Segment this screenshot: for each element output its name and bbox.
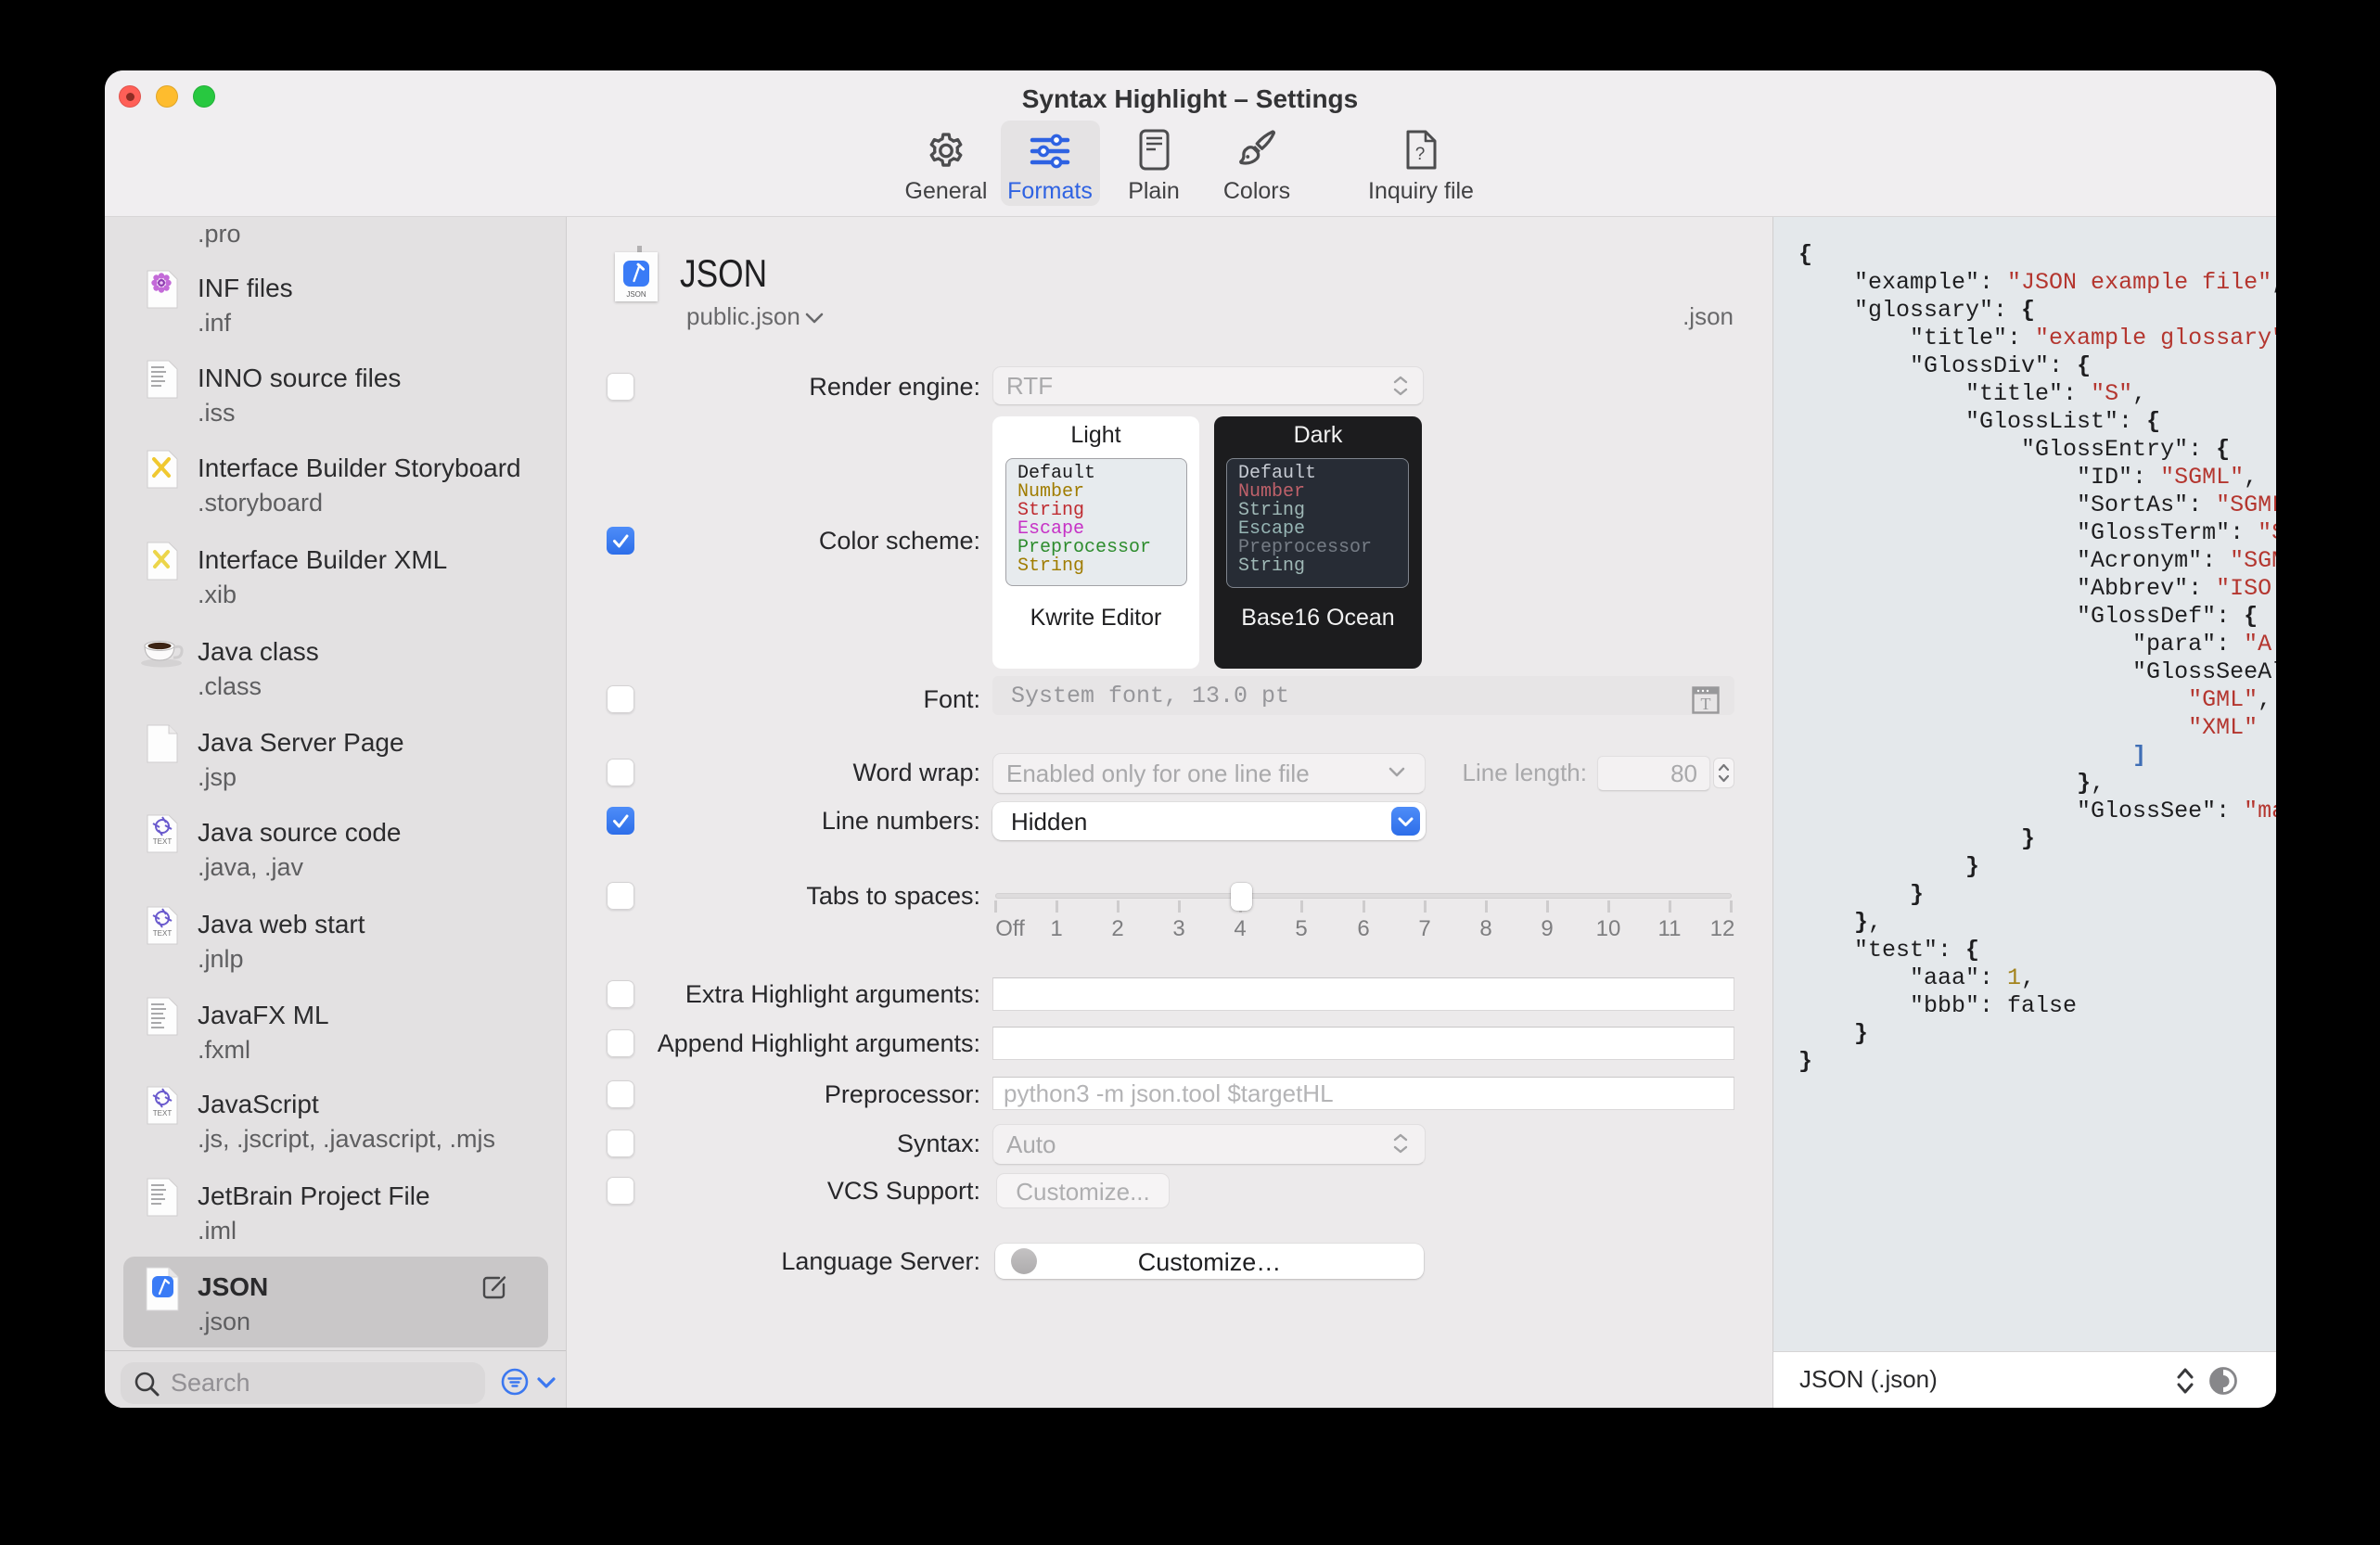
svg-text:TEXT: TEXT	[153, 837, 173, 846]
svg-text:TEXT: TEXT	[153, 929, 173, 938]
svg-text:T: T	[1701, 695, 1711, 713]
svg-text:TEXT: TEXT	[153, 1109, 173, 1117]
svg-text:?: ?	[1415, 145, 1426, 164]
